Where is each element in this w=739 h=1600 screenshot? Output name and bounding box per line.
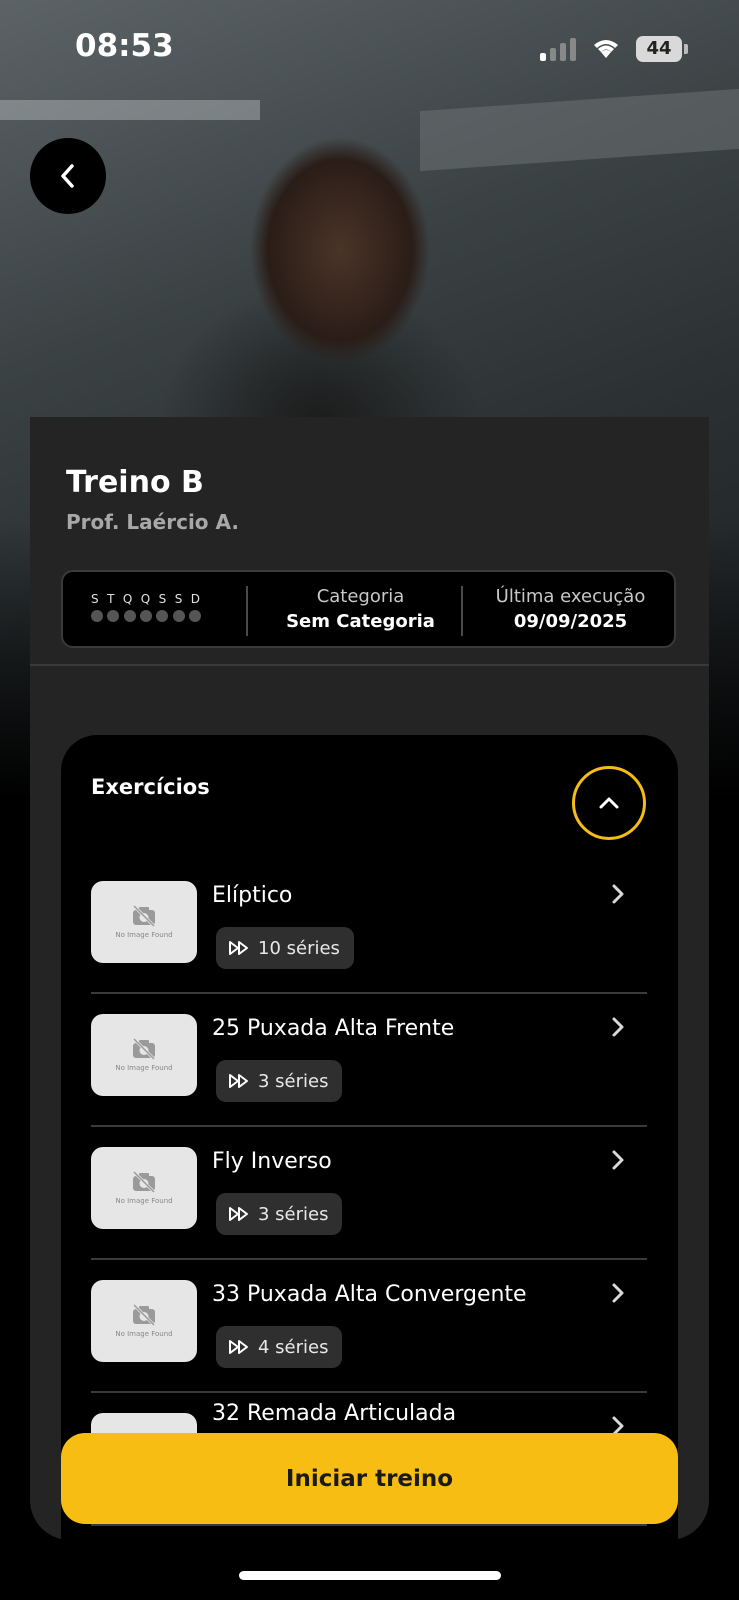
no-image-text: No Image Found xyxy=(115,1197,173,1205)
exercises-heading: Exercícios xyxy=(91,775,210,799)
trainer-name: Prof. Laércio A. xyxy=(66,510,239,534)
category-value: Sem Categoria xyxy=(286,611,435,632)
fast-forward-icon xyxy=(229,1074,248,1088)
exercise-name: Elíptico xyxy=(212,883,293,908)
series-badge: 10 séries xyxy=(216,927,354,969)
start-workout-button[interactable]: Iniciar treino xyxy=(61,1433,678,1524)
battery-icon: 44 xyxy=(636,36,682,62)
home-indicator xyxy=(239,1571,501,1580)
cellular-signal-icon xyxy=(540,38,576,61)
series-count: 10 séries xyxy=(258,937,340,959)
no-image-icon xyxy=(132,1304,156,1326)
exercise-thumbnail: No Image Found xyxy=(91,1280,197,1362)
divider xyxy=(246,586,248,636)
day-letter: S xyxy=(158,592,168,606)
chevron-right-icon xyxy=(612,1017,624,1037)
chevron-up-icon xyxy=(599,797,619,809)
exercise-thumbnail: No Image Found xyxy=(91,1147,197,1229)
exercise-item[interactable]: No Image Found 25 Puxada Alta Frente 3 s… xyxy=(91,994,647,1127)
day-dot xyxy=(156,610,169,622)
day-letter: S xyxy=(174,592,184,606)
last-execution-value: 09/09/2025 xyxy=(513,611,628,632)
back-button[interactable] xyxy=(30,138,106,214)
exercise-thumbnail: No Image Found xyxy=(91,881,197,963)
exercise-item[interactable]: No Image Found Fly Inverso 3 séries xyxy=(91,1127,647,1260)
day-dot xyxy=(123,610,136,622)
day-letter: T xyxy=(107,592,116,606)
category-label: Categoria xyxy=(316,586,405,607)
weekdays-indicator: S T Q Q S S D xyxy=(91,592,201,622)
chevron-left-icon xyxy=(61,164,74,188)
exercise-item[interactable]: No Image Found Elíptico 10 séries xyxy=(91,861,647,994)
series-count: 3 séries xyxy=(258,1070,329,1092)
workout-card: Treino B Prof. Laércio A. S T Q Q S S D xyxy=(30,417,709,1540)
status-bar: 08:53 44 xyxy=(0,0,739,100)
day-dot xyxy=(139,610,152,622)
exercise-item[interactable]: No Image Found 33 Puxada Alta Convergent… xyxy=(91,1260,647,1393)
day-dot xyxy=(107,610,120,622)
day-letter: S xyxy=(91,592,100,606)
exercise-name: Fly Inverso xyxy=(212,1149,332,1174)
series-count: 3 séries xyxy=(258,1203,329,1225)
wifi-icon xyxy=(590,36,622,64)
last-execution-info: Última execução 09/09/2025 xyxy=(478,586,663,632)
series-badge: 4 séries xyxy=(216,1326,343,1368)
no-image-text: No Image Found xyxy=(115,1330,173,1338)
day-letter: Q xyxy=(122,592,134,606)
exercise-name: 25 Puxada Alta Frente xyxy=(212,1016,455,1041)
divider xyxy=(461,586,463,636)
exercise-name: 33 Puxada Alta Convergente xyxy=(212,1282,527,1307)
series-badge: 3 séries xyxy=(216,1060,343,1102)
last-execution-label: Última execução xyxy=(495,586,646,607)
series-badge: 3 séries xyxy=(216,1193,343,1235)
day-letter: Q xyxy=(140,592,152,606)
exercise-list: No Image Found Elíptico 10 séries No Ima… xyxy=(91,861,647,1526)
exercise-thumbnail: No Image Found xyxy=(91,1014,197,1096)
section-divider xyxy=(30,664,709,666)
category-info: Categoria Sem Categoria xyxy=(263,586,458,632)
workout-title: Treino B xyxy=(66,465,204,500)
fast-forward-icon xyxy=(229,1340,248,1354)
day-dot xyxy=(172,610,185,622)
no-image-icon xyxy=(132,905,156,927)
day-dot xyxy=(188,610,201,622)
exercises-panel: Exercícios No Image Found Elíptico 10 sé… xyxy=(61,735,678,1540)
collapse-button[interactable] xyxy=(572,766,646,840)
battery-nub xyxy=(684,44,688,54)
day-letter: D xyxy=(190,592,201,606)
chevron-right-icon xyxy=(612,1283,624,1303)
no-image-text: No Image Found xyxy=(115,931,173,939)
series-count: 4 séries xyxy=(258,1336,329,1358)
fast-forward-icon xyxy=(229,941,248,955)
no-image-text: No Image Found xyxy=(115,1064,173,1072)
chevron-right-icon xyxy=(612,1150,624,1170)
status-time: 08:53 xyxy=(75,28,174,64)
no-image-icon xyxy=(132,1171,156,1193)
fast-forward-icon xyxy=(229,1207,248,1221)
no-image-icon xyxy=(132,1038,156,1060)
workout-info-box: S T Q Q S S D Categoria Sem Categoria Úl… xyxy=(61,570,676,648)
day-dot xyxy=(91,610,103,622)
chevron-right-icon xyxy=(612,884,624,904)
exercise-name: 32 Remada Articulada xyxy=(212,1401,457,1426)
